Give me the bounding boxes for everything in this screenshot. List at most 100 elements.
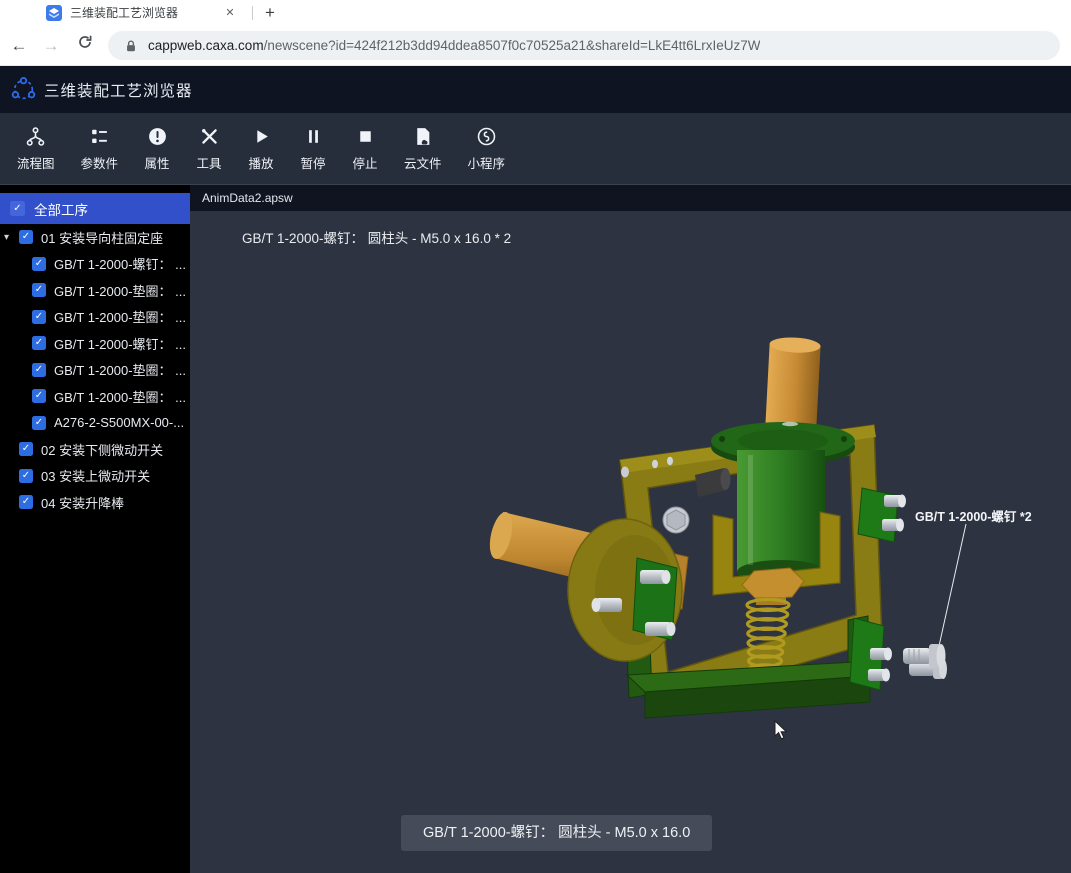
tree-item-label: 04 安装升降棒: [41, 493, 124, 512]
parameters-icon: [89, 126, 110, 148]
checkbox[interactable]: ✓: [19, 442, 33, 456]
checkbox[interactable]: ✓: [19, 495, 33, 509]
toolbar-button-label: 播放: [249, 153, 274, 172]
toolbar-button-label: 属性: [145, 153, 170, 172]
app-header: 三维装配工艺浏览器: [0, 66, 1071, 113]
browser-tab-strip: 三维装配工艺浏览器 ✕ +: [0, 0, 1071, 25]
browser-navbar: ← → cappweb.caxa.com/newscene?id=424f212…: [0, 25, 1071, 66]
url-path: /newscene?id=424f212b3dd94ddea8507f0c705…: [264, 38, 761, 53]
tree-item-label: GB/T 1-2000-垫圈： ...: [54, 387, 186, 406]
checkbox[interactable]: ✓: [19, 469, 33, 483]
tree-item-label: 全部工序: [34, 199, 88, 219]
tree-item-label: A276-2-S500MX-00-...: [54, 415, 184, 430]
tree-item-label: GB/T 1-2000-垫圈： ...: [54, 360, 186, 379]
tab-title: 三维装配工艺浏览器: [70, 4, 222, 21]
checkbox[interactable]: ✓: [32, 416, 46, 430]
assembly-3d-model[interactable]: [190, 185, 1071, 873]
lock-icon: [124, 38, 138, 54]
mini-program-icon: [476, 126, 497, 148]
checkbox[interactable]: ✓: [32, 310, 46, 324]
checkbox[interactable]: ✓: [32, 283, 46, 297]
toolbar-button-label: 参数件: [81, 153, 119, 172]
app-toolbar: 流程图 参数件 属性 工具: [0, 113, 1071, 185]
properties-icon: [147, 126, 168, 148]
tab-separator: [252, 6, 253, 20]
main-area: ✓ 全部工序 ▾ ✓ 01 安装导向柱固定座 ✓ GB/T 1-2000-螺钉：…: [0, 185, 1071, 873]
url-bar[interactable]: cappweb.caxa.com/newscene?id=424f212b3dd…: [108, 31, 1060, 60]
checkbox[interactable]: ✓: [10, 201, 25, 216]
file-tab[interactable]: AnimData2.apsw: [190, 185, 293, 211]
part-annotation-label: GB/T 1-2000-螺钉 *2: [915, 506, 1032, 525]
checkbox[interactable]: ✓: [32, 257, 46, 271]
favicon-icon: [46, 5, 62, 21]
page-title: 三维装配工艺浏览器: [44, 79, 193, 101]
tree-item-label: 02 安装下侧微动开关: [41, 440, 163, 459]
floating-screws-part[interactable]: [903, 644, 947, 679]
current-step-label: GB/T 1-2000-螺钉： 圆柱头 - M5.0 x 16.0 * 2: [242, 227, 511, 247]
tools-icon: [199, 126, 220, 148]
tree-item-label: GB/T 1-2000-垫圈： ...: [54, 307, 186, 326]
sidebar-item-part[interactable]: ✓ GB/T 1-2000-螺钉： ...: [0, 330, 190, 357]
sidebar-item-part[interactable]: ✓ A276-2-S500MX-00-...: [0, 410, 190, 437]
motor-part[interactable]: [737, 450, 825, 584]
flowchart-icon: [25, 126, 46, 148]
mouse-cursor: [774, 720, 790, 741]
toolbar-button-pause[interactable]: 暂停: [287, 126, 339, 172]
browser-tab[interactable]: 三维装配工艺浏览器 ✕: [28, 0, 246, 25]
app-logo-icon: [10, 76, 37, 103]
toolbar-button-cloud-file[interactable]: 云文件: [391, 126, 455, 172]
toolbar-button-stop[interactable]: 停止: [339, 126, 391, 172]
viewport-3d[interactable]: AnimData2.apsw: [190, 185, 1071, 873]
url-domain: cappweb.caxa.com: [148, 38, 264, 53]
close-tab-icon[interactable]: ✕: [222, 5, 238, 21]
stop-icon: [355, 126, 376, 148]
hex-bolt-part[interactable]: [663, 507, 689, 533]
new-tab-button[interactable]: +: [258, 1, 282, 25]
tree-item-label: GB/T 1-2000-垫圈： ...: [54, 281, 186, 300]
sidebar-item-part[interactable]: ✓ GB/T 1-2000-垫圈： ...: [0, 277, 190, 304]
sidebar-item-process-03[interactable]: ✓ 03 安装上微动开关: [0, 463, 190, 490]
pause-icon: [303, 126, 324, 148]
sidebar-item-process-04[interactable]: ✓ 04 安装升降棒: [0, 489, 190, 516]
toolbar-button-label: 云文件: [404, 153, 442, 172]
checkbox[interactable]: ✓: [32, 336, 46, 350]
toolbar-button-tools[interactable]: 工具: [183, 126, 235, 172]
toolbar-button-parameters[interactable]: 参数件: [68, 126, 132, 172]
right-pcb-lower-part[interactable]: [850, 618, 892, 690]
sidebar-item-process-01[interactable]: ▾ ✓ 01 安装导向柱固定座: [0, 224, 190, 251]
right-pcb-upper-part[interactable]: [858, 488, 906, 542]
sidebar-item-part[interactable]: ✓ GB/T 1-2000-垫圈： ...: [0, 304, 190, 331]
checkbox[interactable]: ✓: [32, 389, 46, 403]
toolbar-button-flowchart[interactable]: 流程图: [4, 126, 68, 172]
sidebar-item-part[interactable]: ✓ GB/T 1-2000-垫圈： ...: [0, 357, 190, 384]
forward-button: →: [38, 33, 64, 59]
sidebar-item-all-processes[interactable]: ✓ 全部工序: [0, 193, 190, 224]
reload-icon: [76, 33, 94, 51]
toolbar-button-label: 小程序: [468, 153, 506, 172]
process-tree-sidebar: ✓ 全部工序 ▾ ✓ 01 安装导向柱固定座 ✓ GB/T 1-2000-螺钉：…: [0, 185, 190, 873]
tree-item-label: GB/T 1-2000-螺钉： ...: [54, 334, 186, 353]
url-text: cappweb.caxa.com/newscene?id=424f212b3dd…: [148, 38, 760, 53]
toolbar-button-label: 暂停: [301, 153, 326, 172]
sidebar-item-process-02[interactable]: ✓ 02 安装下侧微动开关: [0, 436, 190, 463]
checkbox[interactable]: ✓: [19, 230, 33, 244]
tree-item-label: 03 安装上微动开关: [41, 466, 150, 485]
annotation-leader-line: [939, 524, 966, 646]
back-button[interactable]: ←: [6, 33, 32, 59]
tree-item-label: GB/T 1-2000-螺钉： ...: [54, 254, 186, 273]
step-caption-badge: GB/T 1-2000-螺钉： 圆柱头 - M5.0 x 16.0: [401, 815, 712, 851]
reload-button[interactable]: [72, 33, 98, 59]
toolbar-button-play[interactable]: 播放: [235, 126, 287, 172]
toolbar-button-label: 停止: [353, 153, 378, 172]
tree-item-label: 01 安装导向柱固定座: [41, 228, 163, 247]
toolbar-button-mini-program[interactable]: 小程序: [455, 126, 519, 172]
cloud-file-icon: [412, 126, 433, 148]
toolbar-button-properties[interactable]: 属性: [131, 126, 183, 172]
play-icon: [251, 126, 272, 148]
toolbar-button-label: 流程图: [17, 153, 55, 172]
checkbox[interactable]: ✓: [32, 363, 46, 377]
chevron-down-icon[interactable]: ▾: [4, 232, 19, 243]
sidebar-item-part[interactable]: ✓ GB/T 1-2000-螺钉： ...: [0, 251, 190, 278]
sidebar-item-part[interactable]: ✓ GB/T 1-2000-垫圈： ...: [0, 383, 190, 410]
toolbar-button-label: 工具: [197, 153, 222, 172]
